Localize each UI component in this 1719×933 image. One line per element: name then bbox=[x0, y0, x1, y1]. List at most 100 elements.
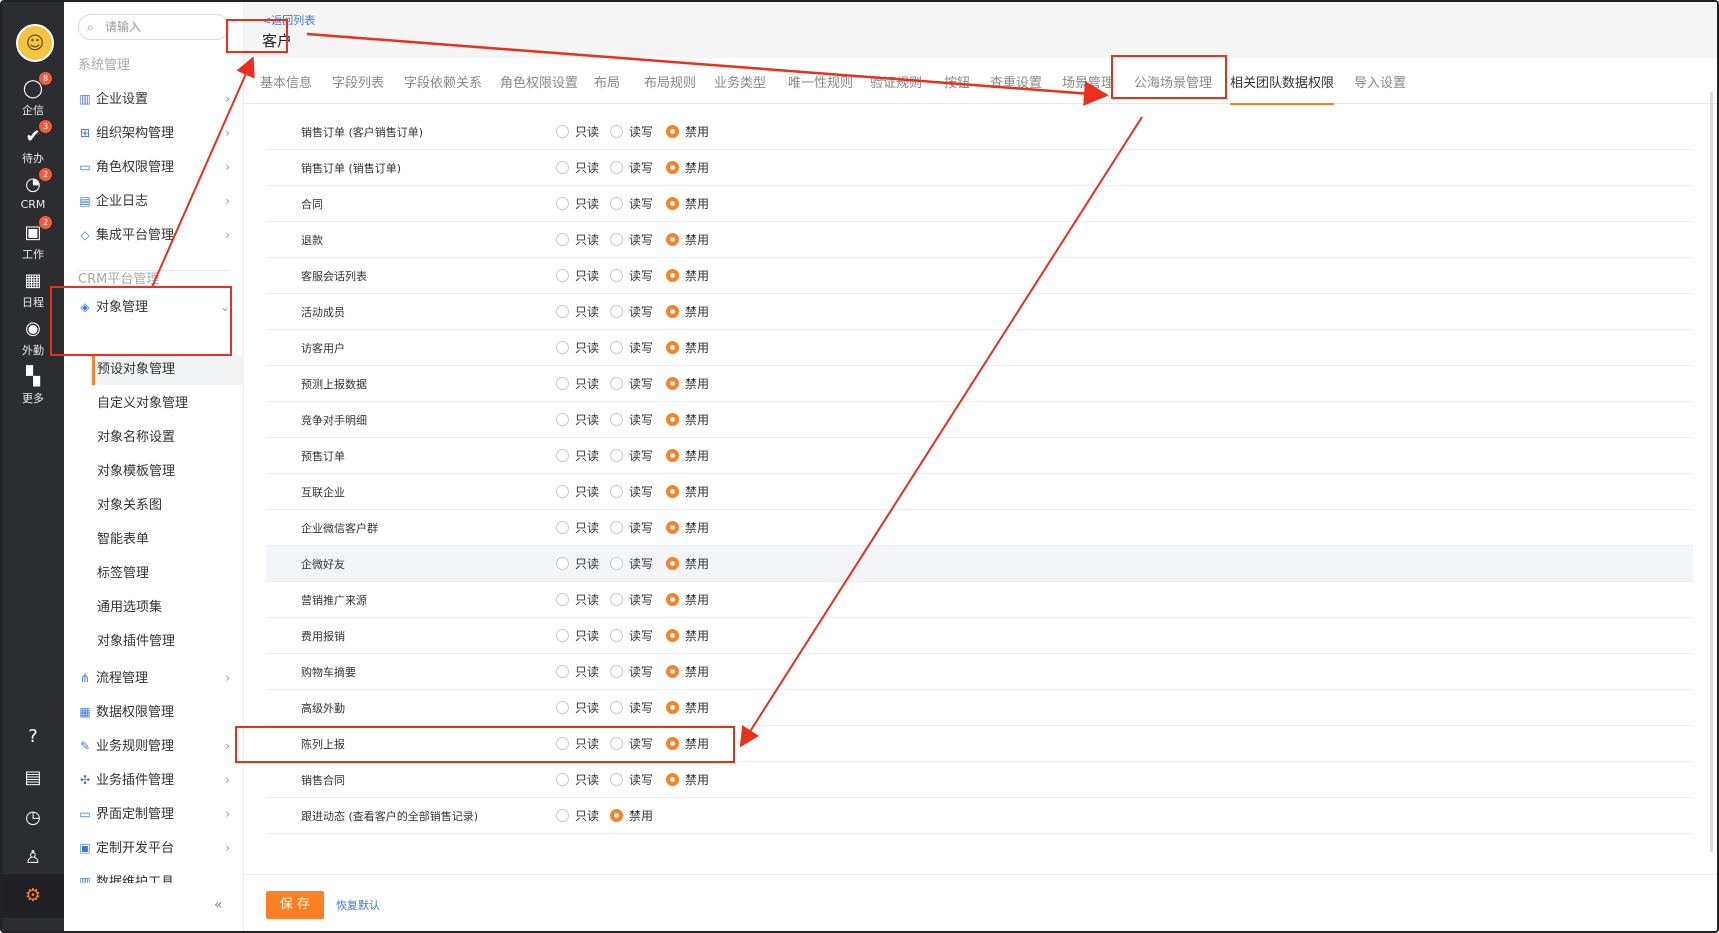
submenu-item[interactable]: 预设对象管理 bbox=[92, 355, 263, 385]
radio-button[interactable] bbox=[610, 125, 623, 138]
radio-option-write[interactable]: 读写 bbox=[610, 447, 653, 464]
radio-option-write[interactable]: 读写 bbox=[610, 627, 653, 644]
submenu-item[interactable]: 对象插件管理 bbox=[97, 627, 263, 657]
radio-button[interactable] bbox=[556, 773, 569, 786]
radio-button[interactable] bbox=[610, 269, 623, 282]
scrollbar[interactable] bbox=[1710, 92, 1713, 852]
radio-option-read[interactable]: 只读 bbox=[556, 411, 599, 428]
radio-option-write[interactable]: 读写 bbox=[610, 303, 653, 320]
rail-item-check[interactable]: ✔ 3 待办 bbox=[2, 120, 64, 166]
menu-item-dev[interactable]: ▣ 定制开发平台 › bbox=[78, 835, 230, 861]
radio-option-read[interactable]: 只读 bbox=[556, 627, 599, 644]
radio-option-read[interactable]: 只读 bbox=[556, 519, 599, 536]
radio-option-write[interactable]: 读写 bbox=[610, 123, 653, 140]
radio-button[interactable] bbox=[666, 305, 679, 318]
radio-button[interactable] bbox=[666, 377, 679, 390]
radio-button[interactable] bbox=[610, 557, 623, 570]
radio-option-disabled[interactable]: 禁用 bbox=[666, 771, 709, 788]
radio-option-read[interactable]: 只读 bbox=[556, 591, 599, 608]
radio-option-disabled[interactable]: 禁用 bbox=[666, 123, 709, 140]
radio-button[interactable] bbox=[610, 701, 623, 714]
radio-button[interactable] bbox=[556, 701, 569, 714]
submenu-item[interactable]: 通用选项集 bbox=[97, 593, 263, 623]
tab-11[interactable]: 查重设置 bbox=[990, 72, 1042, 91]
radio-button[interactable] bbox=[666, 485, 679, 498]
radio-button[interactable] bbox=[556, 629, 569, 642]
tab-10[interactable]: 按钮 bbox=[944, 72, 970, 91]
radio-option-write[interactable]: 读写 bbox=[610, 663, 653, 680]
radio-button[interactable] bbox=[556, 557, 569, 570]
tab-15[interactable]: 导入设置 bbox=[1354, 72, 1406, 91]
radio-option-write[interactable]: 读写 bbox=[610, 555, 653, 572]
radio-button[interactable] bbox=[556, 233, 569, 246]
radio-option-disabled[interactable]: 禁用 bbox=[666, 195, 709, 212]
radio-button[interactable] bbox=[556, 377, 569, 390]
radio-option-write[interactable]: 读写 bbox=[610, 339, 653, 356]
radio-button[interactable] bbox=[666, 593, 679, 606]
radio-button[interactable] bbox=[666, 557, 679, 570]
radio-button[interactable] bbox=[556, 449, 569, 462]
radio-button[interactable] bbox=[666, 701, 679, 714]
submenu-item[interactable]: 对象关系图 bbox=[97, 491, 263, 521]
tab-7[interactable]: 业务类型 bbox=[714, 72, 766, 91]
menu-item-log[interactable]: ▤ 企业日志 › bbox=[78, 188, 230, 214]
menu-item-role[interactable]: ▭ 角色权限管理 › bbox=[78, 154, 230, 180]
radio-button[interactable] bbox=[556, 161, 569, 174]
radio-button[interactable] bbox=[610, 197, 623, 210]
radio-button[interactable] bbox=[556, 593, 569, 606]
tab-4[interactable]: 角色权限设置 bbox=[500, 72, 578, 91]
save-button[interactable]: 保 存 bbox=[266, 891, 324, 919]
radio-button[interactable] bbox=[556, 809, 569, 822]
radio-option-disabled[interactable]: 禁用 bbox=[666, 375, 709, 392]
radio-button[interactable] bbox=[610, 773, 623, 786]
radio-option-disabled[interactable]: 禁用 bbox=[666, 519, 709, 536]
radio-option-disabled[interactable]: 禁用 bbox=[666, 231, 709, 248]
tab-12[interactable]: 场景管理 bbox=[1062, 72, 1114, 91]
help-icon[interactable]: ? bbox=[2, 726, 64, 747]
tab-3[interactable]: 字段依赖关系 bbox=[404, 72, 482, 91]
radio-option-write[interactable]: 读写 bbox=[610, 771, 653, 788]
radio-button[interactable] bbox=[556, 485, 569, 498]
radio-button[interactable] bbox=[610, 233, 623, 246]
radio-button[interactable] bbox=[666, 125, 679, 138]
radio-button[interactable] bbox=[610, 593, 623, 606]
radio-button[interactable] bbox=[610, 413, 623, 426]
radio-button[interactable] bbox=[666, 197, 679, 210]
submenu-item[interactable]: 对象模板管理 bbox=[97, 457, 263, 487]
menu-item-integration[interactable]: ◇ 集成平台管理 › bbox=[78, 222, 230, 248]
submenu-item[interactable]: 自定义对象管理 bbox=[97, 389, 263, 419]
radio-button[interactable] bbox=[556, 665, 569, 678]
radio-button[interactable] bbox=[666, 521, 679, 534]
radio-option-read[interactable]: 只读 bbox=[556, 195, 599, 212]
rail-item-crm[interactable]: ◔ 2 CRM bbox=[2, 168, 64, 211]
menu-item-rule[interactable]: ✎ 业务规则管理 › bbox=[78, 733, 230, 759]
radio-option-write[interactable]: 读写 bbox=[610, 231, 653, 248]
radio-button[interactable] bbox=[556, 413, 569, 426]
radio-option-read[interactable]: 只读 bbox=[556, 123, 599, 140]
notes-icon[interactable]: ▤ bbox=[2, 767, 64, 788]
rail-item-chat[interactable]: ◯ 8 企信 bbox=[2, 72, 64, 118]
radio-option-disabled[interactable]: 禁用 bbox=[666, 483, 709, 500]
radio-button[interactable] bbox=[556, 341, 569, 354]
radio-button[interactable] bbox=[556, 305, 569, 318]
radio-button[interactable] bbox=[666, 449, 679, 462]
submenu-item[interactable]: 标签管理 bbox=[97, 559, 263, 589]
radio-button[interactable] bbox=[666, 233, 679, 246]
radio-button[interactable] bbox=[666, 161, 679, 174]
radio-button[interactable] bbox=[610, 485, 623, 498]
radio-button[interactable] bbox=[666, 665, 679, 678]
tab-14[interactable]: 相关团队数据权限 bbox=[1230, 72, 1335, 105]
radio-button[interactable] bbox=[610, 161, 623, 174]
restore-default-link[interactable]: 恢复默认 bbox=[336, 897, 380, 913]
tab-5[interactable]: 布局 bbox=[594, 72, 620, 91]
radio-option-read[interactable]: 只读 bbox=[556, 771, 599, 788]
radio-option-read[interactable]: 只读 bbox=[556, 231, 599, 248]
radio-option-disabled[interactable]: 禁用 bbox=[610, 807, 653, 824]
submenu-item[interactable]: 智能表单 bbox=[97, 525, 263, 555]
radio-option-read[interactable]: 只读 bbox=[556, 663, 599, 680]
radio-option-disabled[interactable]: 禁用 bbox=[666, 555, 709, 572]
collapse-sidebar-icon[interactable]: « bbox=[214, 897, 223, 913]
tab-1[interactable]: 基本信息 bbox=[260, 72, 312, 91]
radio-option-write[interactable]: 读写 bbox=[610, 519, 653, 536]
radio-option-disabled[interactable]: 禁用 bbox=[666, 339, 709, 356]
